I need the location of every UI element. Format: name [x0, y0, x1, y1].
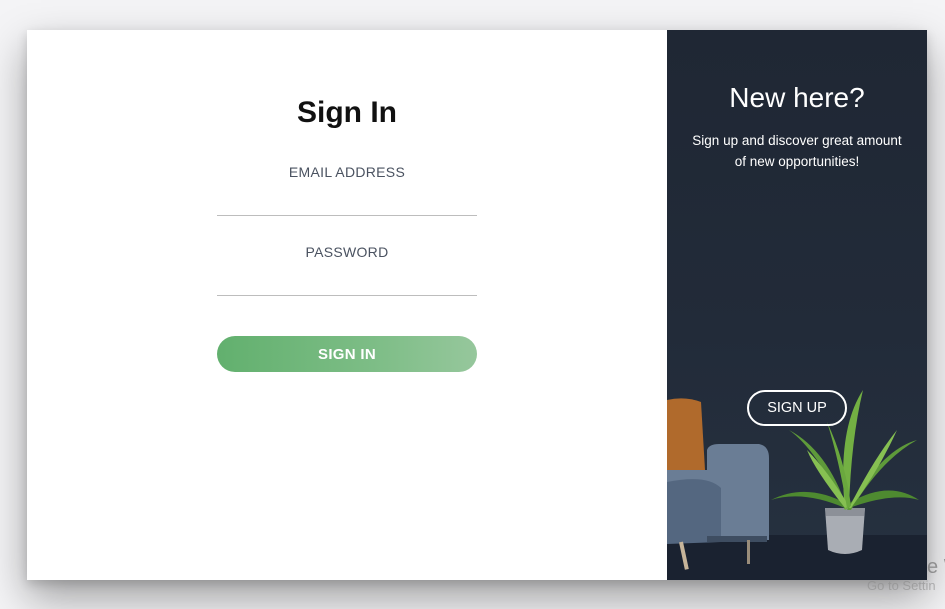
signin-panel: Sign In EMAIL ADDRESS PASSWORD SIGN IN — [27, 30, 667, 580]
password-label: PASSWORD — [305, 244, 389, 260]
cushion-shape — [667, 398, 705, 475]
auth-card: Sign In EMAIL ADDRESS PASSWORD SIGN IN N… — [27, 30, 927, 580]
email-field-group: EMAIL ADDRESS — [217, 164, 477, 216]
signup-panel: New here? Sign up and discover great amo… — [667, 30, 927, 580]
email-input[interactable] — [217, 186, 477, 216]
signin-title: Sign In — [297, 96, 397, 129]
signup-button[interactable]: SIGN UP — [747, 390, 847, 426]
password-input[interactable] — [217, 266, 477, 296]
password-field-group: PASSWORD — [217, 244, 477, 296]
signin-button[interactable]: SIGN IN — [217, 336, 477, 372]
email-label: EMAIL ADDRESS — [288, 164, 406, 180]
go-to-settings-text: Go to Settin — [867, 578, 936, 593]
interior-background-image — [667, 390, 927, 580]
page: Sign In EMAIL ADDRESS PASSWORD SIGN IN N… — [0, 0, 945, 609]
